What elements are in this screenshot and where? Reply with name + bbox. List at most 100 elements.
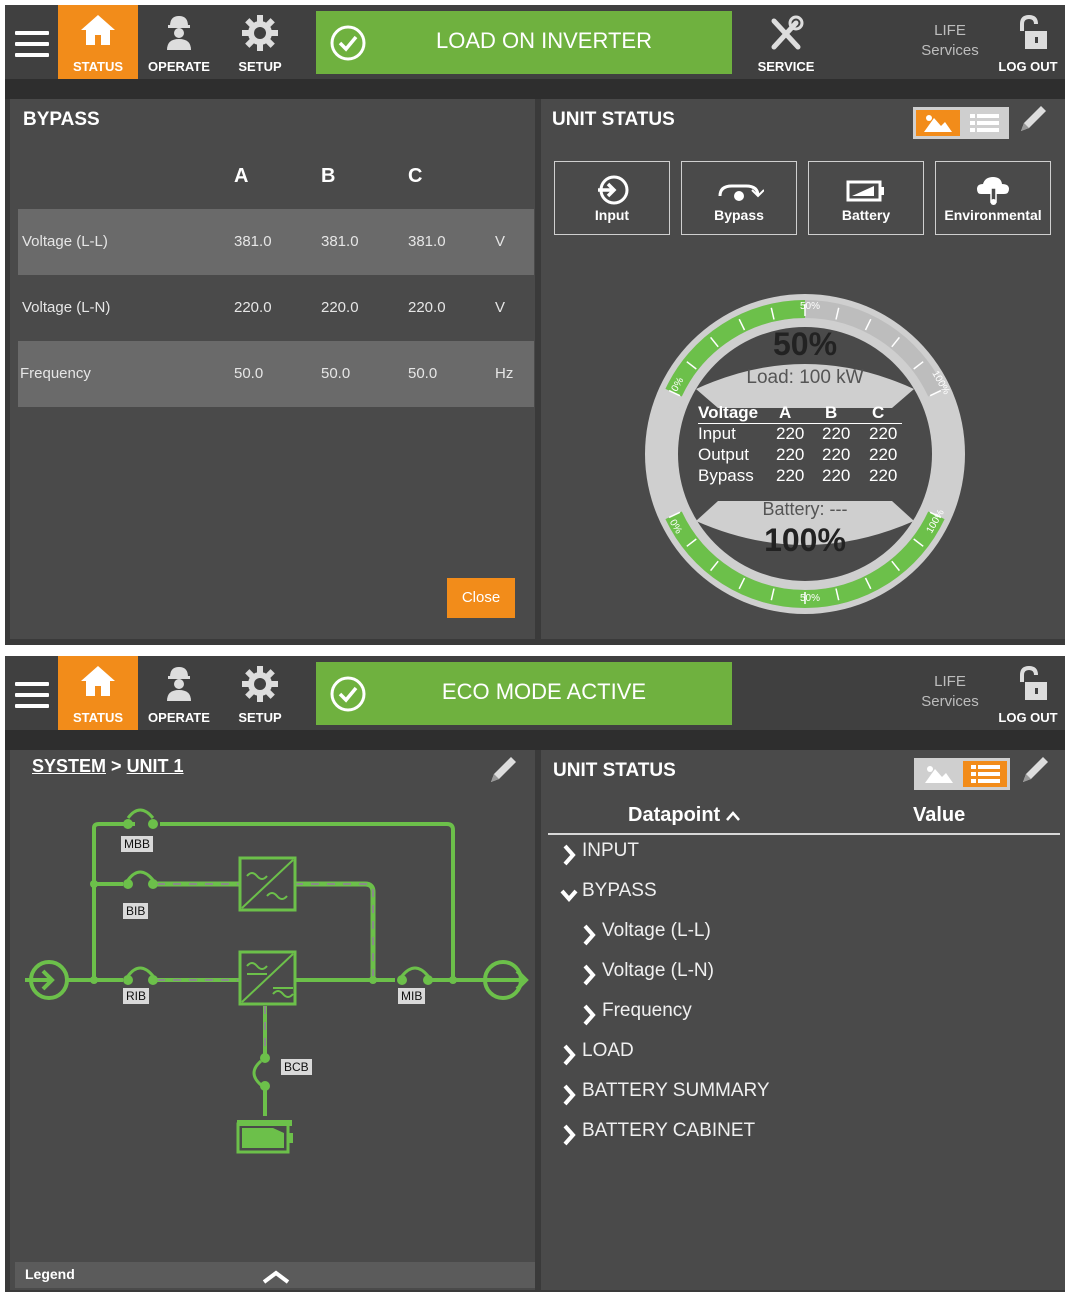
maintenance-bypass-line — [160, 822, 455, 980]
edit-pencil-icon[interactable] — [1015, 101, 1051, 137]
value-c: 381.0 — [408, 233, 446, 250]
life-services-link[interactable]: LIFE Services — [911, 672, 989, 712]
rib-label[interactable]: RIB — [123, 988, 150, 1004]
datapoint-column-header[interactable]: Datapoint — [628, 804, 740, 827]
unit: Hz — [495, 365, 514, 382]
load-kw-text: Load: 100 kW — [746, 367, 864, 388]
tree-item[interactable]: Frequency — [580, 1000, 1000, 1030]
chevron-up-icon[interactable] — [261, 1270, 291, 1284]
column-header-b: B — [321, 165, 336, 187]
logout-button[interactable]: LOG OUT — [995, 5, 1061, 79]
tree-item[interactable]: LOAD — [560, 1040, 980, 1070]
tree-item[interactable]: BYPASS — [560, 880, 980, 910]
tree-item-label: BYPASS — [582, 880, 657, 901]
tree-item[interactable]: Voltage (L-N) — [580, 960, 1000, 990]
voltage-a: 220 — [776, 466, 805, 485]
value-b: 220.0 — [321, 299, 359, 316]
chevron-down-icon — [560, 889, 578, 903]
table-row: Frequency 50.0 50.0 50.0 Hz — [18, 341, 534, 407]
column-header-c: C — [408, 165, 423, 187]
check-circle-icon — [330, 25, 366, 61]
nav-service-button[interactable]: SERVICE — [747, 5, 825, 79]
chevron-right-icon — [563, 844, 576, 866]
list-view-button[interactable] — [962, 110, 1006, 136]
tree-item-label: Voltage (L-L) — [602, 920, 711, 941]
image-view-button[interactable] — [917, 761, 961, 787]
bib-label[interactable]: BIB — [123, 903, 149, 919]
nav-operate-button[interactable]: OPERATE — [141, 5, 217, 79]
row-label: Frequency — [20, 365, 91, 382]
battery-icon — [846, 180, 884, 202]
nav-setup-button[interactable]: SETUP — [223, 5, 297, 79]
voltage-row-label: Input — [698, 424, 736, 443]
nav-operate-label: OPERATE — [148, 710, 210, 725]
legend-bar[interactable]: Legend — [15, 1262, 535, 1288]
voltage-row-label: Output — [698, 445, 750, 464]
life-services-link[interactable]: LIFE Services — [911, 21, 989, 61]
image-view-icon — [925, 766, 953, 783]
list-view-button[interactable] — [963, 761, 1007, 787]
header-divider — [548, 833, 1060, 835]
mbb-label[interactable]: MBB — [121, 836, 154, 852]
battery-percent: 100% — [764, 522, 846, 558]
chevron-right-icon — [563, 1084, 576, 1106]
mib-label[interactable]: MIB — [398, 988, 426, 1004]
voltage-c: 220 — [869, 424, 898, 443]
breadcrumb-unit-link[interactable]: UNIT 1 — [127, 756, 184, 776]
bcb-label[interactable]: BCB — [281, 1059, 312, 1075]
nav-service-label: SERVICE — [757, 59, 815, 74]
breadcrumb-system-link[interactable]: SYSTEM — [32, 756, 106, 776]
unit-status-title: UNIT STATUS — [552, 109, 675, 130]
tile-bypass[interactable]: Bypass — [681, 161, 797, 235]
tree-item[interactable]: BATTERY SUMMARY — [560, 1080, 980, 1110]
image-view-button[interactable] — [916, 110, 960, 136]
tree-item[interactable]: Voltage (L-L) — [580, 920, 1000, 950]
menu-icon[interactable] — [15, 682, 49, 708]
home-icon — [81, 15, 115, 45]
rib-breaker-arc — [126, 966, 155, 977]
list-view-icon — [970, 114, 999, 132]
voltage-a: 220 — [776, 445, 805, 464]
chevron-right-icon — [583, 964, 596, 986]
nav-status-button[interactable]: STATUS — [58, 5, 138, 91]
table-row: Voltage (L-N) 220.0 220.0 220.0 V — [18, 275, 534, 341]
value-column-header[interactable]: Value — [913, 804, 965, 827]
tools-icon — [771, 15, 804, 50]
services-label: Services — [921, 693, 979, 710]
battery-icon — [236, 1122, 293, 1154]
value-b: 50.0 — [321, 365, 351, 382]
battery-status-text: Battery: --- — [762, 499, 848, 519]
nav-setup-button[interactable]: SETUP — [223, 656, 297, 730]
voltage-header-label: Voltage — [698, 403, 759, 422]
tree-item-label: Frequency — [602, 1000, 692, 1021]
tree-item-label: Voltage (L-N) — [602, 960, 714, 981]
voltage-c: 220 — [869, 466, 898, 485]
row-label: Voltage (L-L) — [22, 233, 108, 250]
tree-item[interactable]: BATTERY CABINET — [560, 1120, 980, 1150]
unlock-icon — [1020, 665, 1047, 700]
voltage-header-b: B — [825, 403, 838, 422]
tile-input[interactable]: Input — [554, 161, 670, 235]
logout-button[interactable]: LOG OUT — [995, 656, 1061, 730]
value-a: 220.0 — [234, 299, 272, 316]
voltage-grid: Voltage A B C Input 220 220 220 Output 2… — [698, 402, 908, 486]
menu-icon[interactable] — [15, 31, 49, 57]
tree-item[interactable]: INPUT — [560, 840, 980, 870]
logout-label: LOG OUT — [998, 710, 1058, 725]
edit-pencil-icon[interactable] — [1017, 752, 1053, 788]
bib-breaker-arc — [126, 870, 155, 881]
close-button[interactable]: Close — [447, 578, 515, 618]
breadcrumb: SYSTEM > UNIT 1 — [32, 756, 184, 777]
nav-status-button[interactable]: STATUS — [58, 656, 138, 742]
life-label: LIFE — [934, 673, 966, 690]
home-icon — [81, 666, 115, 696]
tile-environmental[interactable]: Environmental — [935, 161, 1051, 235]
nav-operate-button[interactable]: OPERATE — [141, 656, 217, 730]
voltage-row-label: Bypass — [698, 466, 754, 485]
top-navigation-bar: STATUS OPERATE SETUP ECO MODE ACTIVE LIF… — [5, 656, 1065, 742]
static-switch-block — [238, 856, 297, 912]
operator-icon — [167, 667, 191, 701]
tile-battery[interactable]: Battery — [808, 161, 924, 235]
unit: V — [495, 299, 506, 316]
edit-pencil-icon[interactable] — [485, 752, 521, 788]
